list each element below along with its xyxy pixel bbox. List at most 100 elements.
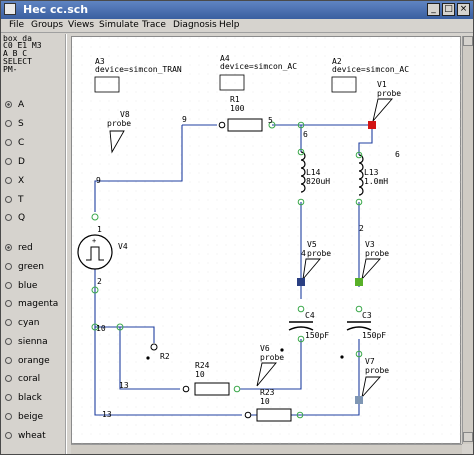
radio-icon — [5, 300, 12, 307]
app-window: Hec cc.sch _ □ × File Groups Views Simul… — [0, 0, 474, 455]
sidebar: box_da C0 E1 M3 A B C SELECT PM- A S C D… — [1, 34, 65, 454]
pin-icon — [244, 411, 252, 419]
color-black-radio[interactable]: black — [5, 393, 42, 403]
menu-trace[interactable]: Trace — [142, 20, 166, 30]
mode-label: A — [18, 100, 25, 110]
mode-c-radio[interactable]: C — [5, 138, 24, 148]
minimize-button[interactable]: _ — [427, 3, 440, 16]
node-label: 13 — [102, 410, 112, 419]
color-coral-radio[interactable]: coral — [5, 374, 40, 384]
sidebar-divider[interactable] — [65, 34, 67, 454]
color-label: red — [18, 243, 33, 253]
color-orange-radio[interactable]: orange — [5, 356, 50, 366]
node-dot — [146, 356, 150, 360]
menu-groups[interactable]: Groups — [31, 20, 63, 30]
mode-a-radio[interactable]: A — [5, 100, 24, 110]
color-cyan-radio[interactable]: cyan — [5, 318, 40, 328]
scroll-up-arrow-icon[interactable] — [463, 36, 473, 46]
radio-icon — [5, 282, 12, 289]
color-green-radio[interactable]: green — [5, 262, 44, 272]
color-beige-radio[interactable]: beige — [5, 412, 43, 422]
menu-diagnosis[interactable]: Diagnosis — [173, 20, 217, 30]
probe-name: V3 — [365, 240, 375, 249]
component-name: R24 — [195, 361, 210, 370]
window-title: Hec cc.sch — [23, 3, 89, 16]
menu-bar: File Groups Views Simulate Trace Diagnos… — [1, 19, 473, 33]
color-label: green — [18, 262, 44, 272]
node-label: 6 — [395, 150, 400, 159]
probe-name: V5 — [307, 240, 317, 249]
mode-label: D — [18, 157, 25, 167]
mode-x-radio[interactable]: X — [5, 176, 24, 186]
resistor-body — [227, 118, 263, 132]
component-name: R1 — [230, 95, 240, 104]
probe-name: V1 — [377, 80, 387, 89]
probe-marker — [355, 278, 363, 286]
maximize-button[interactable]: □ — [442, 3, 455, 16]
radio-icon — [5, 413, 12, 420]
mode-label: C — [18, 138, 25, 148]
mode-label: S — [18, 119, 24, 129]
component-name: R23 — [260, 388, 275, 397]
menu-file[interactable]: File — [9, 20, 24, 30]
color-magenta-radio[interactable]: magenta — [5, 299, 58, 309]
vertical-scrollbar[interactable] — [462, 36, 473, 444]
menu-help[interactable]: Help — [219, 20, 240, 30]
menu-simulate[interactable]: Simulate — [99, 20, 139, 30]
mode-label: T — [18, 195, 24, 205]
color-label: cyan — [18, 318, 40, 328]
radio-icon — [5, 357, 12, 364]
analysis-device: device=simcon_TRAN — [95, 65, 182, 74]
component-value: 10 — [195, 370, 205, 379]
radio-icon — [5, 158, 12, 165]
component-value: 820uH — [306, 177, 330, 186]
mode-d-radio[interactable]: D — [5, 157, 25, 167]
radio-icon — [5, 319, 12, 326]
schematic-drawing: A3 device=simcon_TRAN A4 device=simcon_A… — [72, 37, 462, 445]
color-label: beige — [18, 412, 44, 422]
node-label: 10 — [96, 324, 106, 333]
component-name: C3 — [362, 311, 372, 320]
radio-icon — [5, 139, 12, 146]
scroll-down-arrow-icon[interactable] — [463, 432, 473, 442]
radio-icon — [5, 177, 12, 184]
component-name: V4 — [118, 242, 128, 251]
probe-name: V6 — [260, 344, 270, 353]
horizontal-scrollbar[interactable] — [71, 444, 462, 454]
title-bar: Hec cc.sch _ □ × — [1, 1, 473, 19]
node-dot — [280, 348, 284, 352]
pin-icon — [218, 121, 226, 129]
mode-t-radio[interactable]: T — [5, 195, 24, 205]
close-button[interactable]: × — [457, 3, 470, 16]
mode-q-radio[interactable]: Q — [5, 213, 25, 223]
color-label: blue — [18, 281, 38, 291]
radio-icon — [5, 120, 12, 127]
sidebar-header-line: PM- — [3, 65, 18, 74]
color-label: sienna — [18, 337, 48, 347]
color-label: orange — [18, 356, 50, 366]
color-label: coral — [18, 374, 41, 384]
mode-label: Q — [18, 213, 26, 223]
resistor-body — [194, 382, 230, 396]
color-red-radio[interactable]: red — [5, 243, 33, 253]
node-label: 2 — [97, 277, 102, 286]
pin-icon — [150, 343, 158, 351]
mode-label: X — [18, 176, 25, 186]
node-label: 6 — [303, 130, 308, 139]
radio-icon — [5, 432, 12, 439]
color-sienna-radio[interactable]: sienna — [5, 337, 48, 347]
probe-name: V8 — [120, 110, 130, 119]
resistor-body — [256, 408, 292, 422]
radio-icon — [5, 101, 12, 108]
schematic-canvas[interactable]: A3 device=simcon_TRAN A4 device=simcon_A… — [71, 36, 462, 445]
color-wheat-radio[interactable]: wheat — [5, 431, 46, 441]
color-blue-radio[interactable]: blue — [5, 281, 37, 291]
node-label: 4 — [301, 249, 306, 258]
probe-label: probe — [107, 119, 131, 128]
analysis-device: device=simcon_AC — [332, 65, 409, 74]
radio-icon — [5, 338, 12, 345]
node-label: 2 — [359, 224, 364, 233]
probe-name: V7 — [365, 357, 375, 366]
mode-s-radio[interactable]: S — [5, 119, 24, 129]
menu-views[interactable]: Views — [68, 20, 94, 30]
